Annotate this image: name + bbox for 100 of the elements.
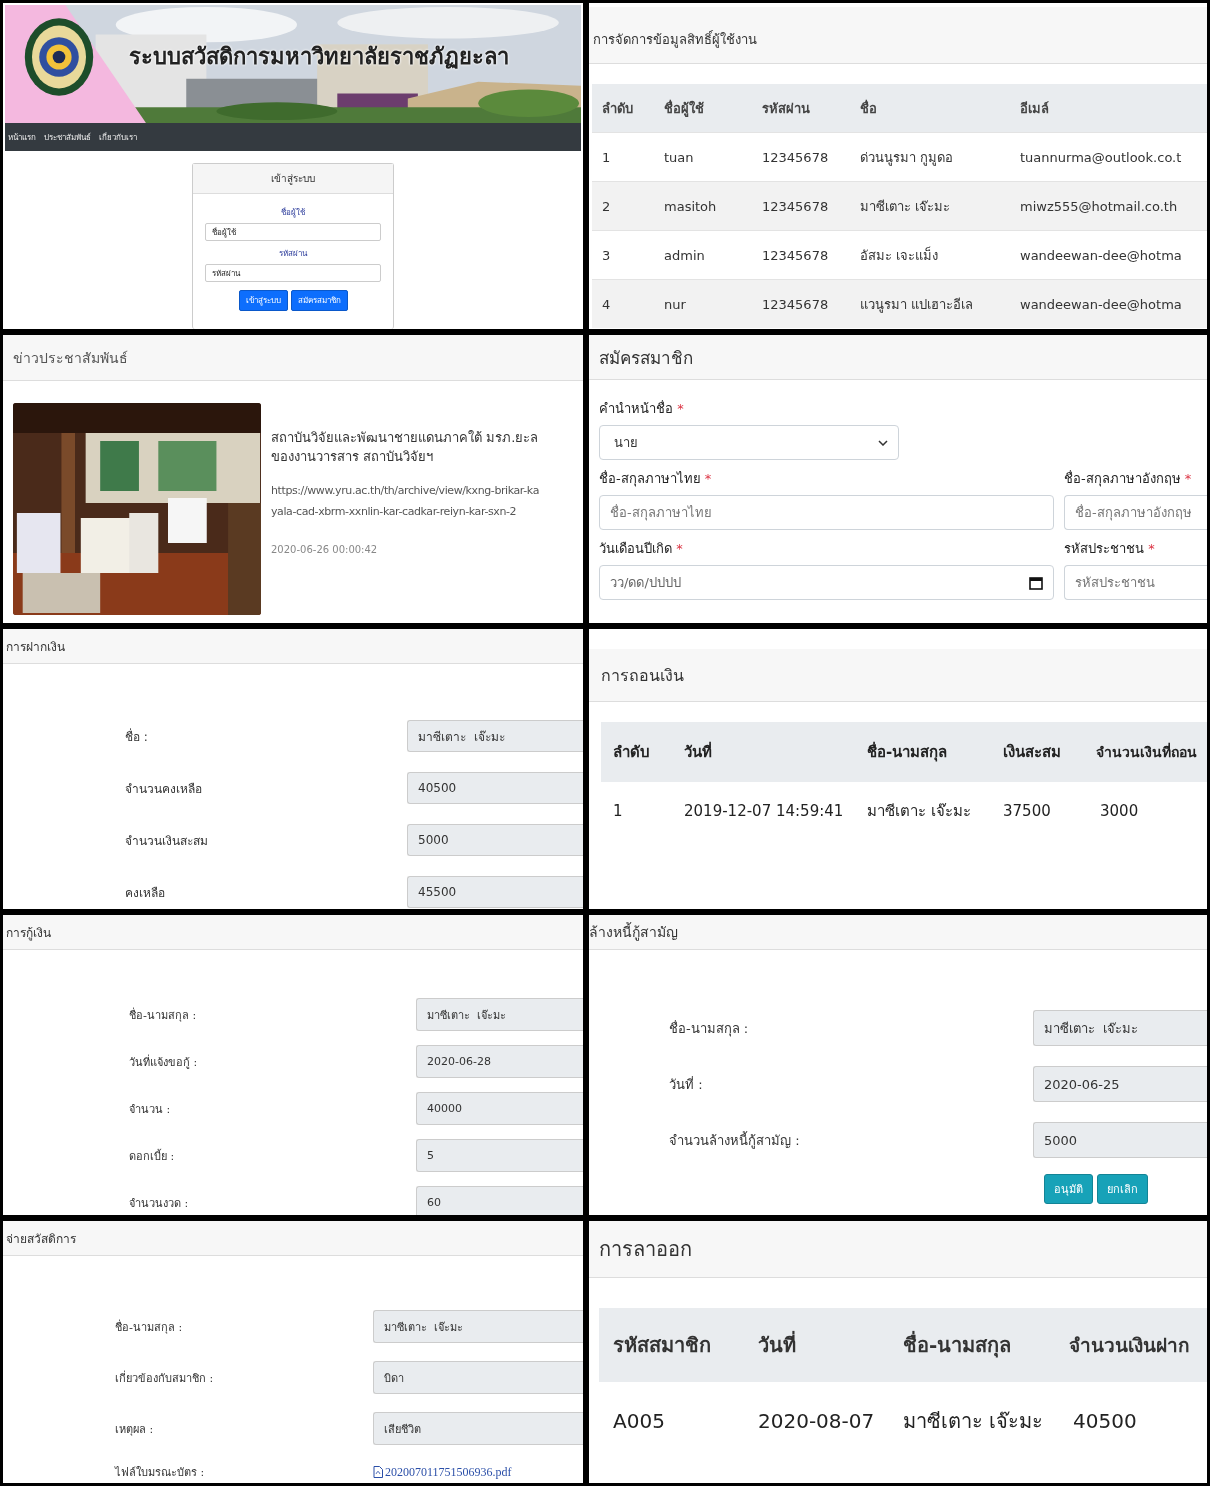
panel-title: ล้างหนี้กู้สามัญ [589, 921, 678, 943]
table-cell: wandeewan-dee@hotma [1010, 279, 1207, 328]
news-headline[interactable]: สถาบันวิจัยและพัฒนาชายแดนภาคใต้ มรภ.ยะล [271, 429, 539, 448]
input-field[interactable]: ชื่อ-สกุลภาษาไทย [599, 495, 1054, 530]
table-cell: masitoh [654, 181, 752, 231]
input-field[interactable]: 45500 [407, 876, 583, 908]
input-field[interactable]: 2020-06-25 [1033, 1066, 1207, 1102]
table-cell: miwz555@hotmail.co.th [1010, 181, 1207, 231]
field-label: รหัสประชาชน [1064, 541, 1144, 556]
table-cell: 3000 [1088, 782, 1207, 840]
table-header: รหัสผ่าน [752, 84, 850, 133]
panel-title: การกู้เงิน [6, 924, 51, 942]
field-label: จำนวนเงินสะสม [125, 832, 209, 850]
table-cell: admin [654, 230, 752, 280]
field-label: ดอกเบี้ย : [129, 1148, 176, 1165]
table-cell: 12345678 [752, 132, 850, 182]
input-field[interactable]: มาซีเตาะ เจ๊ะมะ [373, 1310, 583, 1343]
field-label: จำนวนงวด : [129, 1195, 190, 1212]
field-label: จำนวนคงเหลือ [125, 780, 203, 798]
banner-title: ระบบสวัสดิการมหาวิทยาลัยราชภัฏยะลา [129, 43, 509, 71]
date-field[interactable]: วว/ดด/ปปปป [599, 565, 1054, 600]
card-title: เข้าสู่ระบบ [193, 164, 393, 194]
table-header: ชื่อ [850, 84, 1010, 133]
table-header: จำนวนเงินฝาก [1059, 1308, 1207, 1382]
table-header: รหัสสมาชิก [599, 1308, 744, 1382]
table-cell: nur [654, 279, 752, 328]
chevron-down-icon [878, 439, 888, 446]
input-field[interactable]: 5000 [407, 824, 583, 856]
required-asterisk: * [676, 541, 683, 556]
news-url: yala-cad-xbrm-xxnlin-kar-cadkar-reiyn-kar-sxn-2 [271, 503, 518, 520]
calendar-icon [1029, 575, 1043, 590]
required-asterisk: * [1184, 471, 1192, 486]
field-label: ชื่อ-สกุลภาษาไทย [599, 471, 701, 486]
input-field[interactable]: 60 [416, 1186, 583, 1215]
table-header: ลำดับ [601, 722, 672, 782]
table-cell: 4 [592, 279, 654, 328]
field-label: ชื่อ-นามสกุล : [129, 1006, 198, 1024]
table-cell: 40500 [1059, 1382, 1207, 1460]
nav-link[interactable]: เกี่ยวกับเรา [99, 130, 137, 144]
field-label: รหัสผ่าน [279, 248, 307, 260]
pdf-file-icon [373, 1466, 383, 1478]
submit-button[interactable]: สมัครสมาชิก [290, 290, 348, 311]
panel-title: การถอนเงิน [601, 664, 684, 687]
nav-link[interactable]: ประชาสัมพันธ์ [44, 130, 91, 144]
dropdown[interactable]: นาย [599, 425, 899, 460]
input-field[interactable]: มาซีเตาะ เจ๊ะมะ [416, 998, 583, 1031]
input-field[interactable]: มาซีเตาะ เจ๊ะมะ [1033, 1010, 1207, 1046]
panel-title: จ่ายสวัสดิการ [6, 1230, 76, 1248]
table-header: วันที่ [672, 722, 855, 782]
input-field[interactable]: บิดา [373, 1361, 583, 1394]
table-cell: มาซีเตาะ เจ๊ะมะ [889, 1382, 1059, 1460]
table-cell: 1 [601, 782, 672, 840]
news-headline[interactable]: ของงานวารสาร สถาบันวิจัยฯ [271, 447, 539, 467]
submit-button[interactable]: เข้าสู่ระบบ [238, 290, 288, 311]
news-url: https://www.yru.ac.th/th/archive/view/kxng-brikar-ka [271, 482, 539, 499]
table-cell: 2 [592, 181, 654, 231]
input-field[interactable]: 40500 [407, 772, 583, 804]
table-cell: A005 [599, 1382, 744, 1460]
nav-link[interactable]: หน้าแรก [8, 130, 36, 144]
table-cell: แวนูรมา แปเฮาะอีเล [850, 279, 1010, 328]
table-header: เงินสะสม [991, 722, 1088, 782]
input-field[interactable]: 2020-06-28 [416, 1045, 583, 1078]
input-field[interactable]: 5 [416, 1139, 583, 1172]
panel-title: การจัดการข้อมูลสิทธิ์ผู้ใช้งาน [593, 29, 757, 50]
input-field[interactable]: มาซีเตาะ เจ๊ะมะ [407, 720, 583, 752]
table-header: อีเมล์ [1010, 84, 1207, 133]
panel-title: การฝากเงิน [6, 638, 65, 656]
field-label: จำนวนล้างหนี้กู้สามัญ : [669, 1130, 801, 1151]
table-cell: 37500 [991, 782, 1088, 840]
input-field[interactable]: 40000 [416, 1092, 583, 1125]
table-cell: ด่วนนูรมา กูมูดอ [850, 132, 1010, 182]
table-cell: 1 [592, 132, 654, 182]
table-header: วันที่ [744, 1308, 889, 1382]
table-cell: 3 [592, 230, 654, 280]
table-cell: 12345678 [752, 230, 850, 280]
table-header: ชื่อ-นามสกุล [889, 1308, 1059, 1382]
input-field[interactable]: รหัสประชาชน [1064, 565, 1207, 600]
input-field[interactable]: ชื่อ-สกุลภาษาอังกฤษ [1064, 495, 1207, 530]
panel-title: การลาออก [599, 1236, 692, 1263]
input-field[interactable]: 5000 [1033, 1122, 1207, 1158]
panel-title: สมัครสมาชิก [599, 346, 693, 370]
field-label: วันเดือนปีเกิด [599, 541, 672, 556]
table-cell: tuan [654, 132, 752, 182]
input-field[interactable]: ชื่อผู้ใช้ [205, 223, 381, 241]
table-cell: wandeewan-dee@hotma [1010, 230, 1207, 280]
field-label: ชื่อ : [125, 727, 149, 746]
file-link[interactable]: 202007011751506936.pdf [385, 1464, 512, 1480]
field-label: เกี่ยวข้องกับสมาชิก : [115, 1369, 215, 1387]
input-field[interactable]: เสียชีวิต [373, 1412, 583, 1445]
table-cell: 12345678 [752, 279, 850, 328]
field-label: เหตุผล : [115, 1421, 155, 1438]
field-label: คงเหลือ [125, 884, 166, 902]
field-label: ไฟล์ใบมรณะบัตร : [115, 1465, 206, 1481]
required-asterisk: * [677, 401, 684, 416]
input-field[interactable]: รหัสผ่าน [205, 264, 381, 282]
timestamp: 2020-06-26 00:00:42 [271, 544, 379, 556]
field-label: วันที่ : [669, 1075, 704, 1094]
field-label: ชื่อ-นามสกุล : [115, 1318, 184, 1336]
table-cell: 12345678 [752, 181, 850, 231]
table-cell: 2019-12-07 14:59:41 [672, 782, 855, 840]
